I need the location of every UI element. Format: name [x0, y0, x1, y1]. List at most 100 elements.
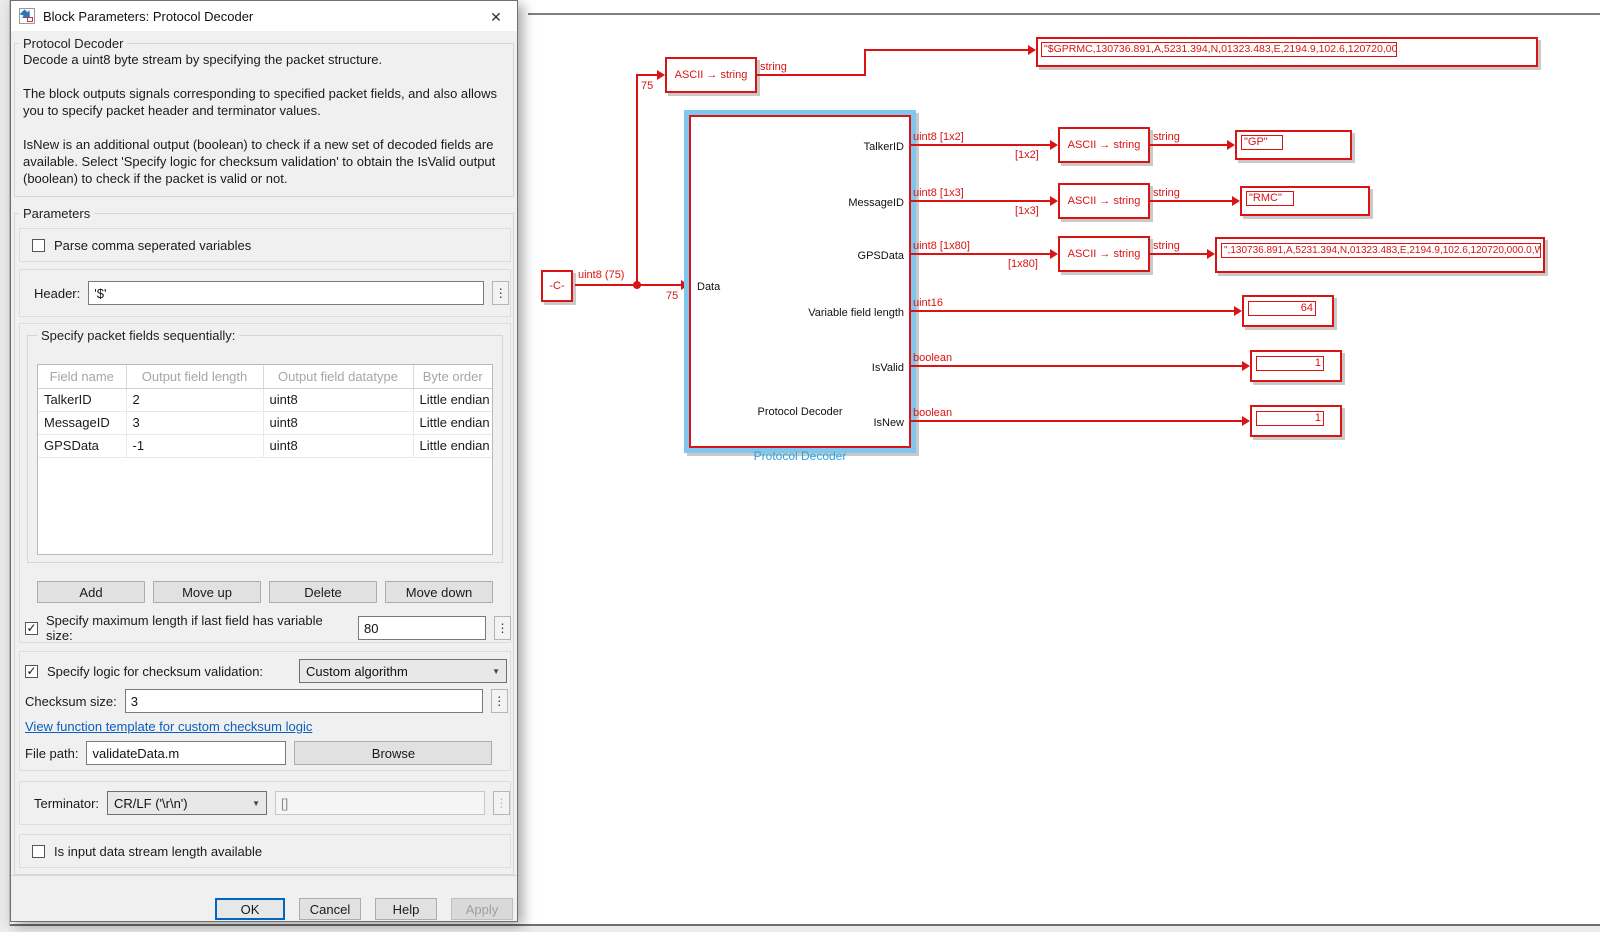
simulink-status-strip	[0, 926, 1600, 932]
cell-length[interactable]: 3	[126, 411, 263, 434]
packet-fields-group-label: Specify packet fields sequentially:	[37, 328, 239, 343]
move-up-button[interactable]: Move up	[153, 581, 261, 603]
wire-to-top-display[interactable]	[864, 49, 1028, 51]
display-varlength[interactable]: 64	[1242, 295, 1334, 327]
chevron-down-icon: ▼	[492, 667, 500, 676]
checksum-size-row: Checksum size: ⋮	[25, 689, 511, 713]
wire-gpsdata-string[interactable]	[1150, 253, 1207, 255]
display-isvalid[interactable]: 1	[1250, 350, 1342, 382]
arrowhead	[1207, 249, 1215, 259]
decoder-name-label[interactable]: Protocol Decoder	[684, 449, 916, 463]
col-output-field-datatype: Output field datatype	[263, 365, 413, 388]
table-row[interactable]: TalkerID 2 uint8 Little endian	[38, 388, 492, 411]
display-value: ",130736.891,A,5231.394,N,01323.483,E,21…	[1221, 243, 1541, 258]
header-options-button[interactable]: ⋮	[492, 281, 509, 305]
signal-label-uint8-75: uint8 (75)	[578, 269, 624, 281]
signal-type-label: uint8 [1x3]	[913, 187, 964, 199]
arrowhead-top-display	[1028, 45, 1036, 55]
wire-to-top-ascii[interactable]	[636, 74, 657, 76]
view-template-link[interactable]: View function template for custom checks…	[25, 719, 312, 734]
parameters-group-label: Parameters	[19, 206, 94, 221]
browse-button[interactable]: Browse	[294, 741, 492, 765]
stream-length-checkbox[interactable]	[32, 845, 45, 858]
wire-gpsdata[interactable]	[911, 253, 1050, 255]
move-down-button[interactable]: Move down	[385, 581, 493, 603]
add-button[interactable]: Add	[37, 581, 145, 603]
checksum-algorithm-dropdown[interactable]: Custom algorithm ▼	[299, 659, 507, 683]
header-panel: Header: ⋮	[19, 269, 511, 317]
packet-fields-table[interactable]: Field name Output field length Output fi…	[37, 364, 493, 555]
display-talkerid[interactable]: "GP"	[1235, 130, 1352, 160]
constant-block[interactable]: -C-	[541, 270, 573, 302]
cell-datatype[interactable]: uint8	[263, 434, 413, 457]
checksum-checkbox[interactable]: ✓	[25, 665, 38, 678]
cell-length[interactable]: 2	[126, 388, 263, 411]
display-messageid[interactable]: "RMC"	[1240, 186, 1370, 216]
display-isnew[interactable]: 1	[1250, 405, 1342, 437]
cell-byte-order[interactable]: Little endian	[413, 388, 492, 411]
wire-varlength[interactable]	[911, 310, 1234, 312]
ascii-to-string-block-top[interactable]: ASCII → string	[665, 57, 757, 93]
ascii-block-label: ASCII → string	[675, 69, 748, 81]
string-signal-label: string	[1153, 240, 1180, 252]
ascii-to-string-block-3[interactable]: ASCII → string	[1058, 236, 1150, 272]
display-value: "GP"	[1241, 135, 1283, 150]
file-path-input[interactable]	[86, 741, 286, 765]
port-isvalid: IsValid	[872, 361, 904, 375]
header-label: Header:	[34, 286, 80, 301]
checksum-size-options-button[interactable]: ⋮	[491, 689, 508, 713]
ascii-to-string-block-2[interactable]: ASCII → string	[1058, 183, 1150, 219]
parse-csv-label: Parse comma seperated variables	[54, 238, 251, 253]
help-button[interactable]: Help	[375, 898, 437, 920]
wire-messageid[interactable]	[911, 200, 1050, 202]
wire-isnew[interactable]	[911, 420, 1242, 422]
cell-byte-order[interactable]: Little endian	[413, 411, 492, 434]
wire-top-vertical[interactable]	[864, 50, 866, 76]
table-buttons-row: Add Move up Delete Move down	[37, 581, 493, 603]
dialog-titlebar[interactable]: Block Parameters: Protocol Decoder	[11, 1, 517, 31]
signal-width-label: 75	[666, 290, 678, 302]
block-parameters-dialog: Block Parameters: Protocol Decoder ✕ Pro…	[10, 0, 518, 922]
ok-button[interactable]: OK	[215, 898, 285, 920]
cell-field-name[interactable]: MessageID	[38, 411, 126, 434]
arrowhead	[1050, 249, 1058, 259]
cell-datatype[interactable]: uint8	[263, 411, 413, 434]
cancel-button[interactable]: Cancel	[299, 898, 361, 920]
parse-csv-checkbox[interactable]	[32, 239, 45, 252]
wire-branch-vertical[interactable]	[636, 75, 638, 285]
wire-constant-to-data[interactable]	[575, 284, 682, 286]
cell-byte-order[interactable]: Little endian	[413, 434, 492, 457]
display-full-sentence[interactable]: "$GPRMC,130736.891,A,5231.394,N,01323.48…	[1036, 37, 1538, 67]
checksum-label: Specify logic for checksum validation:	[47, 664, 263, 679]
terminator-dropdown[interactable]: CR/LF ('\r\n') ▼	[107, 791, 267, 815]
parse-csv-panel: Parse comma seperated variables	[19, 228, 511, 262]
delete-button[interactable]: Delete	[269, 581, 377, 603]
terminator-panel: Terminator: CR/LF ('\r\n') ▼ ⋮	[19, 781, 511, 825]
wire-isvalid[interactable]	[911, 365, 1242, 367]
port-messageid: MessageID	[848, 196, 904, 210]
table-row[interactable]: MessageID 3 uint8 Little endian	[38, 411, 492, 434]
ascii-block-label: ASCII → string	[1068, 139, 1141, 151]
close-icon[interactable]: ✕	[487, 8, 505, 26]
table-row[interactable]: GPSData -1 uint8 Little endian	[38, 434, 492, 457]
wire-talkerid[interactable]	[911, 144, 1050, 146]
col-byte-order: Byte order	[413, 365, 492, 388]
description-paragraph: Decode a uint8 byte stream by specifying…	[23, 51, 511, 68]
header-input[interactable]	[88, 281, 484, 305]
protocol-decoder-block[interactable]: Data TalkerID MessageID GPSData Variable…	[689, 115, 911, 448]
cell-field-name[interactable]: TalkerID	[38, 388, 126, 411]
max-length-checkbox[interactable]: ✓	[25, 622, 38, 635]
wire-top-ascii-out[interactable]	[757, 74, 866, 76]
max-length-options-button[interactable]: ⋮	[494, 616, 511, 640]
wire-messageid-string[interactable]	[1150, 200, 1232, 202]
ascii-to-string-block-1[interactable]: ASCII → string	[1058, 127, 1150, 163]
arrowhead	[1234, 306, 1242, 316]
wire-talkerid-string[interactable]	[1150, 144, 1227, 146]
cell-length[interactable]: -1	[126, 434, 263, 457]
checksum-size-input[interactable]	[125, 689, 483, 713]
cell-datatype[interactable]: uint8	[263, 388, 413, 411]
dialog-title: Block Parameters: Protocol Decoder	[43, 9, 253, 24]
display-gpsdata[interactable]: ",130736.891,A,5231.394,N,01323.483,E,21…	[1215, 237, 1545, 273]
cell-field-name[interactable]: GPSData	[38, 434, 126, 457]
max-length-input[interactable]	[358, 616, 486, 640]
